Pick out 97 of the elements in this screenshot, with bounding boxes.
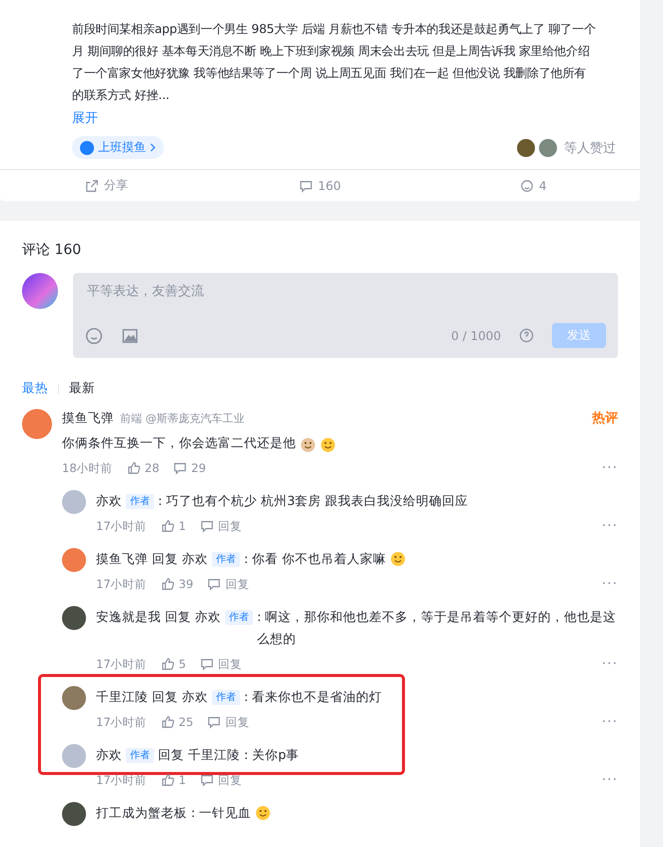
user-avatar: [62, 548, 86, 572]
chevron-right-icon: [150, 143, 156, 152]
comment-icon[interactable]: [200, 773, 214, 787]
reply-text: : 巧了也有个杭少 杭州3套房 跟我表白我没给明确回应: [158, 492, 470, 510]
author-name[interactable]: 亦欢: [195, 606, 221, 628]
reply-link[interactable]: 回复: [218, 518, 242, 534]
reply-text: : 啊这，那你和他也差不多，等于是吊着等个更好的，他也是这么想的: [257, 608, 618, 648]
comment-time: 17小时前: [96, 714, 147, 730]
avatar: [516, 138, 536, 158]
char-counter: 0 / 1000: [451, 328, 501, 342]
like-count: 5: [178, 657, 186, 671]
more-button[interactable]: ···: [602, 772, 618, 788]
sort-tab[interactable]: 最新: [69, 380, 95, 397]
author-title: 前端 @斯蒂庞克汽车工业: [120, 410, 244, 426]
author-name[interactable]: 安逸就是我: [96, 606, 161, 628]
comment-icon: [299, 178, 314, 192]
comment-icon[interactable]: [207, 577, 222, 591]
like-count: 25: [178, 715, 194, 729]
comment-text: 你俩条件互换一下，你会选富二代还是他: [62, 434, 296, 452]
author-name[interactable]: 亦欢: [182, 686, 208, 708]
user-avatar: [62, 606, 86, 630]
reply-text: : 看来你也不是省油的灯: [244, 688, 384, 706]
like-count: 28: [144, 461, 160, 475]
help-icon[interactable]: [519, 328, 534, 343]
reply-label: 回复: [152, 688, 178, 706]
user-avatar: [22, 409, 52, 439]
like-count: 39: [178, 577, 194, 591]
reply-link[interactable]: 回复: [218, 772, 242, 788]
thumb-up-icon[interactable]: [160, 577, 175, 591]
comment-icon[interactable]: [200, 657, 214, 671]
more-button[interactable]: ···: [602, 518, 618, 534]
sort-tab[interactable]: 最热: [22, 380, 48, 397]
author-tag: 作者: [212, 552, 240, 567]
author-name[interactable]: 摸鱼飞弹: [62, 410, 114, 426]
likers-text: 等人赞过: [564, 140, 616, 156]
comment-icon[interactable]: [200, 519, 214, 533]
comment-time: 17小时前: [96, 656, 147, 672]
like-count: 1: [178, 519, 186, 533]
reply-label: 回复: [152, 550, 178, 568]
author-name[interactable]: 亦欢: [96, 744, 122, 766]
comment-time: 17小时前: [96, 576, 147, 592]
comment-time: 18小时前: [62, 460, 113, 476]
hot-label: 热评: [592, 410, 618, 427]
send-button[interactable]: 发送: [552, 323, 606, 348]
avatar: [538, 138, 558, 158]
emoji-icon[interactable]: [85, 326, 103, 344]
comment-icon[interactable]: [173, 461, 188, 475]
user-avatar: [62, 744, 86, 768]
reply-text: : 关你p事: [244, 746, 300, 764]
reply-label: 回复: [165, 608, 191, 626]
thumb-up-icon[interactable]: [160, 773, 175, 787]
share-button[interactable]: 分享: [0, 176, 214, 195]
comment-button[interactable]: 160: [213, 178, 427, 194]
reply-link[interactable]: 回复: [225, 576, 250, 592]
comment-time: 17小时前: [96, 772, 147, 788]
topic-tag[interactable]: 上班摸鱼: [72, 136, 164, 159]
topic-icon: [80, 140, 94, 154]
reply-link[interactable]: 回复: [225, 714, 250, 730]
user-avatar: [62, 686, 86, 710]
author-name[interactable]: 千里江陵: [188, 744, 240, 766]
author-tag: 作者: [126, 494, 154, 509]
image-icon[interactable]: [121, 326, 139, 344]
thumb-up-icon[interactable]: [160, 657, 175, 671]
share-icon: [85, 178, 100, 192]
smile-icon: [520, 178, 534, 192]
reply-count: 29: [191, 461, 206, 475]
thumb-up-icon[interactable]: [160, 715, 175, 729]
author-tag: 作者: [126, 748, 154, 763]
more-button[interactable]: ···: [602, 460, 618, 476]
comment-input[interactable]: 平等表达，友善交流 0 / 1000 发送: [73, 273, 618, 358]
more-button[interactable]: ···: [602, 714, 618, 730]
more-button[interactable]: ···: [602, 656, 618, 672]
author-tag: 作者: [225, 610, 253, 625]
reply-label: 回复: [158, 746, 184, 764]
more-button[interactable]: ···: [602, 576, 618, 592]
comment-icon[interactable]: [207, 715, 222, 729]
user-avatar: [62, 490, 86, 514]
reply-text: : 一针见血: [191, 804, 252, 822]
author-tag: 作者: [212, 690, 240, 705]
expand-link[interactable]: 展开: [72, 108, 98, 130]
author-name[interactable]: 打工成为蟹老板: [96, 802, 187, 824]
author-name[interactable]: 摸鱼飞弹: [96, 548, 148, 570]
emoji-icon: [320, 436, 336, 452]
thumb-up-icon[interactable]: [160, 519, 175, 533]
comments-title: 评论 160: [22, 241, 82, 259]
like-button[interactable]: 4: [426, 178, 640, 194]
reply-text: : 你看 你不也吊着人家嘛: [244, 550, 386, 568]
reply-link[interactable]: 回复: [218, 656, 242, 672]
comment-time: 17小时前: [96, 518, 147, 534]
author-name[interactable]: 亦欢: [96, 490, 122, 512]
user-avatar: [62, 802, 86, 826]
author-name[interactable]: 亦欢: [182, 548, 208, 570]
post-text: 前段时间某相亲app遇到一个男生 985大学 后端 月薪也不错 专升本的我还是鼓起勇气上了 聊了一个 月 期间聊的很好 基本每天消息不断 晚上下班到家视频 周末会出去玩 但是上周告诉我 家里给他介绍 了一个富家女他好犹豫 我等他结果等了一个周 说上周五见面 我们在一起 但他没说 我删除了他所有 的联系方式 好挫...: [72, 21, 597, 104]
like-count: 1: [178, 773, 186, 787]
author-name[interactable]: 千里江陵: [96, 686, 148, 708]
thumb-up-icon[interactable]: [126, 461, 141, 475]
user-avatar: [22, 273, 58, 309]
